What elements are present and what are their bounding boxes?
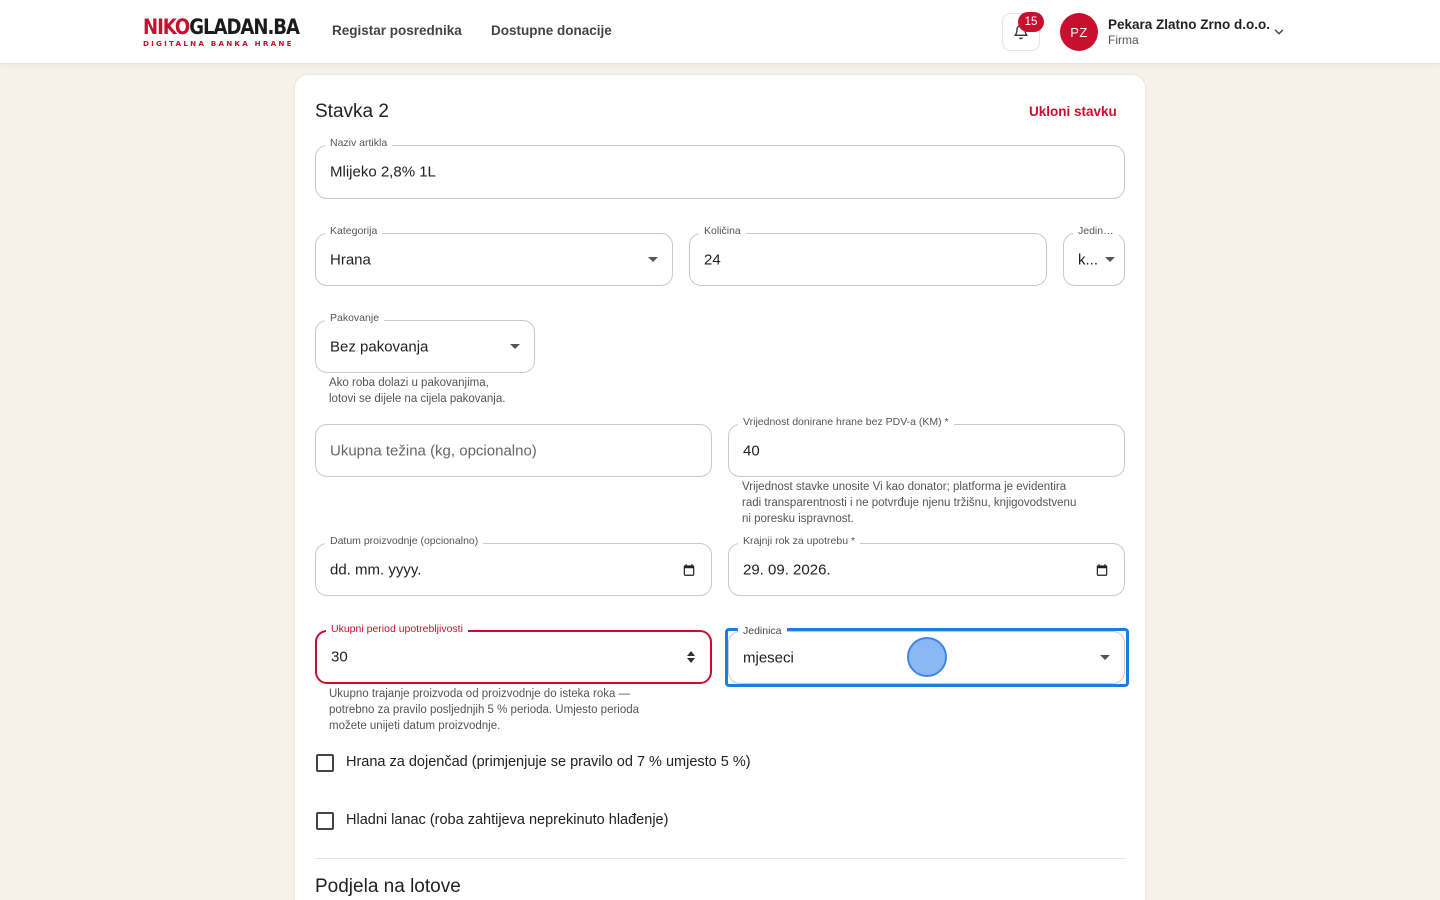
production-date-label: Datum proizvodnje (opcionalno) xyxy=(325,535,484,547)
lots-section-title: Podjela na lotove xyxy=(315,876,461,897)
value-km-helper: Vrijednost stavke unosite Vi kao donator… xyxy=(742,479,1076,527)
nav-registar-posrednika[interactable]: Registar posrednika xyxy=(332,23,462,38)
quantity-field[interactable]: Količina 24 xyxy=(689,225,1047,286)
cold-chain-label[interactable]: Hladni lanac (roba zahtijeva neprekinuto… xyxy=(346,812,668,828)
top-header: NIKOGLADAN.BA DIGITALNA BANKA HRANE Regi… xyxy=(0,0,1440,64)
production-date-field[interactable]: Datum proizvodnje (opcionalno) dd. mm. y… xyxy=(315,535,712,596)
logo-wordmark: NIKOGLADAN.BA xyxy=(143,15,300,39)
helper-line: ni poresku ispravnost. xyxy=(742,513,854,525)
packaging-helper: Ako roba dolazi u pakovanjima, lotovi se… xyxy=(329,375,505,407)
calendar-icon[interactable] xyxy=(1095,563,1109,577)
packaging-value: Bez pakovanja xyxy=(330,338,429,355)
quantity-value: 24 xyxy=(704,251,721,268)
value-km-label: Vrijednost donirane hrane bez PDV-a (KM)… xyxy=(738,416,954,428)
helper-line: Ako roba dolazi u pakovanjima, xyxy=(329,377,489,389)
production-date-value: dd. mm. yyyy. xyxy=(330,561,422,578)
dropdown-caret-icon xyxy=(1100,654,1110,660)
item-title: Stavka 2 xyxy=(315,101,389,122)
category-select[interactable]: Kategorija Hrana xyxy=(315,225,673,286)
value-km-value: 40 xyxy=(743,442,760,459)
helper-line: lotovi se dijele na cijela pakovanja. xyxy=(329,393,506,405)
dropdown-caret-icon xyxy=(1105,256,1115,262)
unit-select[interactable]: Jedini... k... xyxy=(1063,225,1125,286)
cold-chain-checkbox[interactable] xyxy=(316,812,334,830)
helper-line: možete unijeti datum proizvodnje. xyxy=(329,720,501,732)
logo-tagline: DIGITALNA BANKA HRANE xyxy=(143,39,294,48)
infant-food-label[interactable]: Hrana za dojenčad (primjenjuje se pravil… xyxy=(346,754,751,770)
article-name-value: Mlijeko 2,8% 1L xyxy=(330,163,436,181)
quantity-label: Količina xyxy=(699,225,746,237)
shelf-life-label: Ukupni period upotrebljivosti xyxy=(326,623,468,635)
dropdown-caret-icon xyxy=(648,256,658,262)
logo-part1: NIKO xyxy=(143,15,190,39)
shelf-life-field[interactable]: Ukupni period upotrebljivosti 30 xyxy=(315,623,712,684)
article-name-field[interactable]: Naziv artikla Mlijeko 2,8% 1L xyxy=(315,137,1125,199)
section-divider xyxy=(315,858,1126,859)
number-stepper-icon[interactable] xyxy=(686,650,696,664)
helper-line: radi transparentnosti i ne potvrđuje nje… xyxy=(742,497,1077,509)
cursor-click-indicator xyxy=(907,637,947,677)
logo[interactable]: NIKOGLADAN.BA DIGITALNA BANKA HRANE xyxy=(143,15,300,49)
expiry-date-label: Krajnji rok za upotrebu * xyxy=(738,535,861,547)
calendar-icon[interactable] xyxy=(682,563,696,577)
helper-line: Ukupno trajanje proizvoda od proizvodnje… xyxy=(329,688,631,700)
category-label: Kategorija xyxy=(325,225,383,237)
shelf-life-value: 30 xyxy=(331,648,348,666)
chevron-down-icon[interactable] xyxy=(1272,25,1286,39)
expiry-date-field[interactable]: Krajnji rok za upotrebu * 29. 09. 2026. xyxy=(728,535,1125,596)
shelf-life-unit-value: mjeseci xyxy=(743,649,794,666)
avatar[interactable]: PZ xyxy=(1060,13,1098,51)
article-name-label: Naziv artikla xyxy=(325,137,393,149)
packaging-select[interactable]: Pakovanje Bez pakovanja xyxy=(315,312,535,373)
logo-part2: GLADAN.BA xyxy=(189,15,300,39)
total-weight-field[interactable]: Ukupna težina (kg, opcionalno) xyxy=(315,424,712,477)
expiry-date-value: 29. 09. 2026. xyxy=(743,561,831,578)
nav-dostupne-donacije[interactable]: Dostupne donacije xyxy=(491,23,612,38)
unit-label: Jedini... xyxy=(1073,225,1119,237)
infant-food-checkbox[interactable] xyxy=(316,754,334,772)
dropdown-caret-icon xyxy=(510,343,520,349)
shelf-life-helper: Ukupno trajanje proizvoda od proizvodnje… xyxy=(329,686,639,734)
user-role: Firma xyxy=(1108,33,1139,47)
packaging-label: Pakovanje xyxy=(325,312,385,324)
shelf-life-unit-label: Jedinica xyxy=(738,625,787,637)
remove-item-link[interactable]: Ukloni stavku xyxy=(1029,104,1117,119)
helper-line: Vrijednost stavke unosite Vi kao donator… xyxy=(742,481,1067,493)
total-weight-placeholder: Ukupna težina (kg, opcionalno) xyxy=(330,442,537,459)
helper-line: potrebno za pravilo posljednjih 5 % peri… xyxy=(329,704,640,716)
user-name[interactable]: Pekara Zlatno Zrno d.o.o. xyxy=(1108,17,1270,32)
notification-badge: 15 xyxy=(1018,12,1044,32)
category-value: Hrana xyxy=(330,251,371,268)
value-km-field[interactable]: Vrijednost donirane hrane bez PDV-a (KM)… xyxy=(728,416,1125,477)
unit-value: k... xyxy=(1078,251,1099,268)
